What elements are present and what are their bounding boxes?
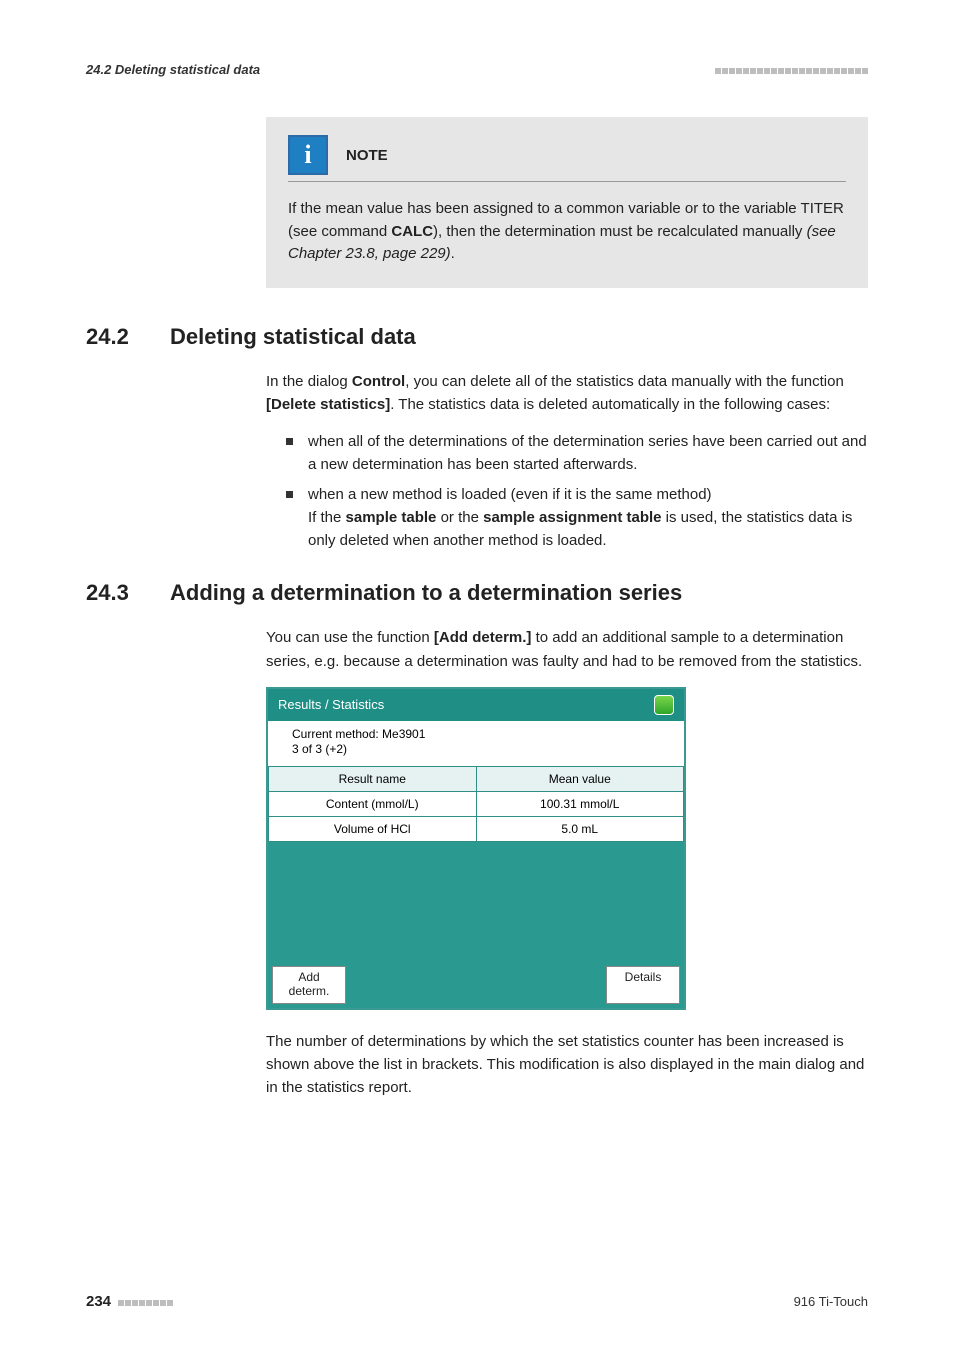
counter-line: 3 of 3 (+2) <box>292 742 347 756</box>
text-bold: sample table <box>346 509 437 526</box>
home-icon[interactable] <box>654 695 674 715</box>
note-callout: i NOTE If the mean value has been assign… <box>266 117 868 288</box>
text-bold: Control <box>352 373 405 390</box>
note-text: ), then the determination must be recalc… <box>433 223 807 240</box>
note-title: NOTE <box>346 147 388 164</box>
text: In the dialog <box>266 373 352 390</box>
table-row[interactable]: Volume of HCl 5.0 mL <box>269 816 684 841</box>
screenshot-title: Results / Statistics <box>278 697 384 712</box>
section-heading-242: 24.2 Deleting statistical data <box>86 324 868 350</box>
section-number: 24.2 <box>86 324 144 350</box>
paragraph: In the dialog Control, you can delete al… <box>266 370 868 417</box>
footer-page-number: 234 <box>86 1293 173 1310</box>
note-body: If the mean value has been assigned to a… <box>288 198 846 266</box>
footer-product: 916 Ti-Touch <box>794 1294 868 1309</box>
results-table: Result name Mean value Content (mmol/L) … <box>268 766 684 842</box>
text-bold: sample assignment table <box>483 509 661 526</box>
col-header: Result name <box>269 766 477 791</box>
header-section-label: 24.2 Deleting statistical data <box>86 62 260 77</box>
note-calc: CALC <box>391 223 433 240</box>
list-item: when all of the determinations of the de… <box>286 430 868 477</box>
table-row[interactable]: Content (mmol/L) 100.31 mmol/L <box>269 791 684 816</box>
text-bold: [Delete statistics] <box>266 396 390 413</box>
info-icon: i <box>288 135 328 175</box>
note-text: . <box>451 245 455 262</box>
table-header-row: Result name Mean value <box>269 766 684 791</box>
cell: Content (mmol/L) <box>269 791 477 816</box>
section-number: 24.3 <box>86 580 144 606</box>
text: . The statistics data is deleted automat… <box>390 396 830 413</box>
page-footer: 234 916 Ti-Touch <box>86 1293 868 1310</box>
cell: 100.31 mmol/L <box>476 791 684 816</box>
header-decoration <box>714 62 868 77</box>
screenshot-button-bar: Add determ. Details <box>268 962 684 1008</box>
text: If the <box>308 509 346 526</box>
section-title-text: Deleting statistical data <box>170 324 416 350</box>
paragraph: You can use the function [Add determ.] t… <box>266 626 868 673</box>
text: , you can delete all of the statistics d… <box>405 373 844 390</box>
bullet-list: when all of the determinations of the de… <box>286 430 868 552</box>
text: or the <box>436 509 483 526</box>
method-line: Current method: Me3901 <box>292 727 425 741</box>
page-number: 234 <box>86 1293 111 1310</box>
cell: 5.0 mL <box>476 816 684 841</box>
screenshot-titlebar: Results / Statistics <box>268 689 684 721</box>
screenshot-info: Current method: Me3901 3 of 3 (+2) <box>268 721 684 766</box>
text: when all of the determinations of the de… <box>308 433 867 473</box>
text: You can use the function <box>266 629 434 646</box>
page-header: 24.2 Deleting statistical data <box>86 62 868 77</box>
paragraph: The number of determinations by which th… <box>266 1030 868 1100</box>
col-header: Mean value <box>476 766 684 791</box>
embedded-screenshot: Results / Statistics Current method: Me3… <box>266 687 686 1010</box>
section-title-text: Adding a determination to a determinatio… <box>170 580 682 606</box>
cell: Volume of HCl <box>269 816 477 841</box>
text: when a new method is loaded (even if it … <box>308 486 712 503</box>
list-item: when a new method is loaded (even if it … <box>286 483 868 553</box>
screenshot-empty-area <box>268 842 684 962</box>
document-page: 24.2 Deleting statistical data i NOTE If… <box>0 0 954 1350</box>
note-header: i NOTE <box>288 135 846 182</box>
add-determ-button[interactable]: Add determ. <box>272 966 346 1004</box>
text-bold: [Add determ.] <box>434 629 532 646</box>
details-button[interactable]: Details <box>606 966 680 1004</box>
section-heading-243: 24.3 Adding a determination to a determi… <box>86 580 868 606</box>
